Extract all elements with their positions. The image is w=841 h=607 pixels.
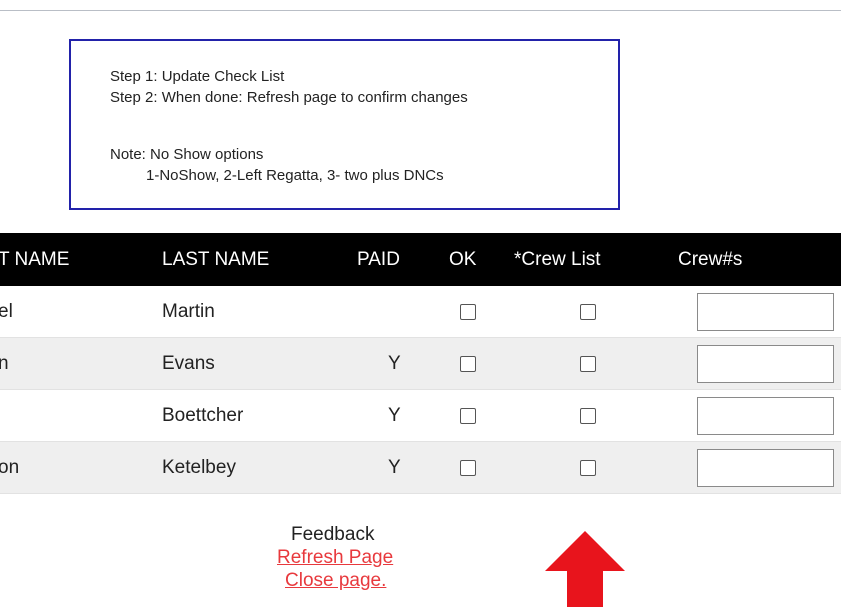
crew-list-checkbox[interactable] [580, 408, 596, 424]
table-header: T NAME LAST NAME PAID OK *Crew List Crew… [0, 233, 841, 286]
refresh-page-link[interactable]: Refresh Page [277, 547, 393, 569]
last-name-cell: Ketelbey [162, 457, 236, 478]
header-crew-list[interactable]: *Crew List [514, 233, 601, 286]
header-first-name[interactable]: T NAME [0, 233, 69, 286]
paid-cell: Y [388, 353, 401, 374]
instruction-step-1: Step 1: Update Check List [110, 68, 285, 85]
feedback-label: Feedback [291, 524, 375, 545]
ok-checkbox[interactable] [460, 356, 476, 372]
header-paid[interactable]: PAID [357, 233, 400, 286]
page: Step 1: Update Check List Step 2: When d… [0, 0, 841, 607]
table-row: Boettcher Y [0, 390, 841, 442]
paid-cell: Y [388, 405, 401, 426]
close-page-link[interactable]: Close page. [285, 570, 386, 592]
last-name-cell: Boettcher [162, 405, 244, 426]
crew-numbers-input[interactable] [697, 449, 834, 487]
crew-numbers-input[interactable] [697, 397, 834, 435]
header-crew-numbers[interactable]: Crew#s [678, 233, 742, 286]
roster-table: T NAME LAST NAME PAID OK *Crew List Crew… [0, 233, 841, 495]
header-last-name[interactable]: LAST NAME [162, 233, 269, 286]
ok-checkbox[interactable] [460, 408, 476, 424]
table-row: on Ketelbey Y [0, 442, 841, 494]
ok-checkbox[interactable] [460, 460, 476, 476]
instruction-step-2: Step 2: When done: Refresh page to confi… [110, 89, 468, 106]
top-divider [0, 10, 841, 11]
first-name-cell: on [0, 457, 20, 478]
first-name-cell: n [0, 353, 9, 374]
table-row: el Martin [0, 286, 841, 338]
instruction-options: 1-NoShow, 2-Left Regatta, 3- two plus DN… [146, 167, 444, 184]
header-ok[interactable]: OK [449, 233, 476, 286]
table-row: n Evans Y [0, 338, 841, 390]
instruction-note: Note: No Show options [110, 146, 264, 163]
crew-list-checkbox[interactable] [580, 460, 596, 476]
first-name-cell: el [0, 301, 13, 322]
last-name-cell: Evans [162, 353, 215, 374]
paid-cell: Y [388, 457, 401, 478]
ok-checkbox[interactable] [460, 304, 476, 320]
crew-list-checkbox[interactable] [580, 356, 596, 372]
last-name-cell: Martin [162, 301, 215, 322]
crew-numbers-input[interactable] [697, 293, 834, 331]
crew-list-checkbox[interactable] [580, 304, 596, 320]
crew-numbers-input[interactable] [697, 345, 834, 383]
up-arrow-icon [545, 531, 625, 607]
instructions-box: Step 1: Update Check List Step 2: When d… [69, 39, 620, 210]
